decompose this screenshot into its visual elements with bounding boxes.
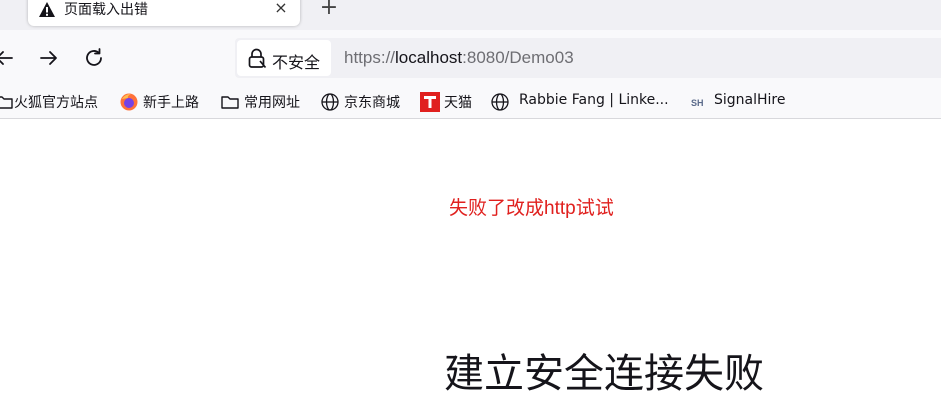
tab-title: 页面载入出错 — [64, 2, 148, 18]
url-bar[interactable]: 不安全 https://localhost:8080/Demo03 — [235, 38, 941, 78]
firefox-icon — [119, 92, 139, 112]
folder-icon — [0, 92, 14, 112]
bookmark-getting-started[interactable]: 新手上路 — [119, 86, 211, 118]
close-tab-icon[interactable]: × — [272, 0, 290, 17]
svg-text:SH: SH — [691, 98, 704, 108]
bookmark-rabbie-fang[interactable]: Rabbie Fang | Linke... — [490, 86, 680, 118]
security-indicator[interactable]: 不安全 — [237, 40, 331, 76]
nav-bar: 不安全 https://localhost:8080/Demo03 — [0, 30, 941, 86]
folder-icon — [220, 92, 240, 112]
tmall-icon — [420, 92, 440, 112]
bookmark-jd[interactable]: 京东商城 — [320, 86, 412, 118]
back-button[interactable] — [0, 46, 16, 70]
forward-button[interactable] — [37, 46, 61, 70]
security-label: 不安全 — [272, 53, 321, 72]
active-tab[interactable]: 页面载入出错 × — [28, 0, 300, 26]
annotation-note: 失败了改成http试试 — [449, 198, 614, 219]
back-arrow-icon — [0, 51, 13, 65]
new-tab-button[interactable]: + — [317, 0, 341, 20]
bookmarks-bar: 火狐官方站点 新手上路 常用网址 京东商城 天猫 Rabbie Fang | L… — [0, 86, 941, 119]
url-scheme: https:// — [344, 48, 396, 67]
url-text[interactable]: https://localhost:8080/Demo03 — [344, 48, 574, 68]
bookmark-label: 天猫 — [444, 95, 472, 111]
bookmark-label: Rabbie Fang | Linke... — [519, 92, 669, 108]
bookmark-label: 新手上路 — [143, 95, 199, 111]
insecure-lock-icon — [246, 47, 268, 69]
bookmark-common-sites[interactable]: 常用网址 — [220, 86, 312, 118]
bookmark-firefox-official[interactable]: 火狐官方站点 — [0, 86, 106, 118]
url-host: localhost — [395, 48, 463, 67]
bookmark-label: 火狐官方站点 — [14, 95, 98, 111]
error-title: 建立安全连接失败 — [444, 352, 764, 396]
reload-icon — [86, 48, 102, 66]
browser-window: 页面载入出错 × + 不安全 https://localhost:8080/De… — [0, 0, 941, 403]
globe-icon — [320, 92, 340, 112]
reload-button[interactable] — [82, 46, 106, 70]
bookmark-signalhire[interactable]: SH SignalHire — [690, 86, 800, 118]
warning-icon — [38, 1, 56, 19]
bookmark-label: 常用网址 — [244, 95, 300, 111]
globe-icon — [490, 92, 510, 112]
tab-strip: 页面载入出错 × + — [0, 0, 941, 30]
bookmark-label: SignalHire — [714, 92, 786, 108]
bookmark-label: 京东商城 — [344, 95, 400, 111]
bookmark-tmall[interactable]: 天猫 — [420, 86, 480, 118]
url-path: :8080/Demo03 — [462, 48, 574, 67]
signalhire-icon: SH — [690, 92, 710, 112]
page-content: 失败了改成http试试 建立安全连接失败 — [0, 119, 941, 403]
forward-arrow-icon — [40, 51, 57, 65]
